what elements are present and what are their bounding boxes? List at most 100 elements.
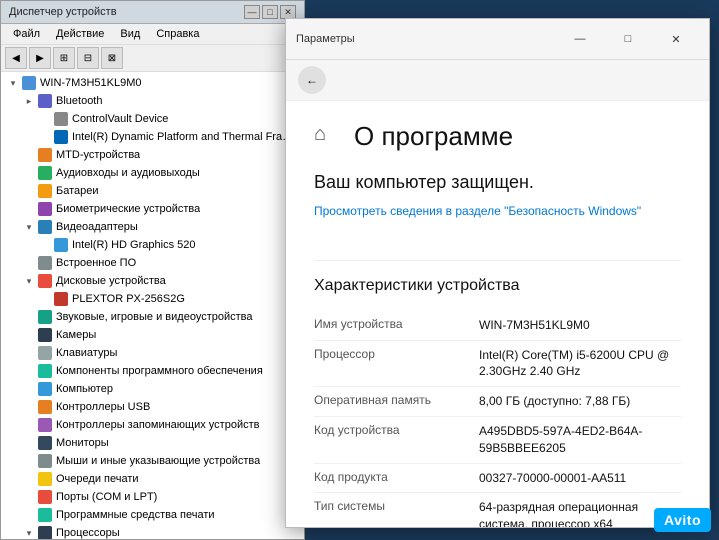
tree-item[interactable]: ▾ Видеоадаптеры (3, 218, 302, 236)
tree-item[interactable]: Встроенное ПО (3, 254, 302, 272)
tree-item[interactable]: Контроллеры USB (3, 398, 302, 416)
devmgr-close-btn[interactable]: ✕ (280, 5, 296, 19)
settings-titlebar: Параметры — □ ✕ (286, 19, 709, 60)
spec-table: Имя устройстваWIN-7M3H51KL9M0ПроцессорIn… (314, 311, 681, 527)
tree-item[interactable]: Клавиатуры (3, 344, 302, 362)
settings-header: ⌂ О программе (314, 121, 681, 152)
tree-item[interactable]: ControlVault Device (3, 110, 302, 128)
tree-expander (21, 435, 37, 451)
tree-item-icon (37, 165, 53, 181)
tree-item-icon (37, 471, 53, 487)
spec-row: ПроцессорIntel(R) Core(TM) i5-6200U CPU … (314, 341, 681, 388)
tree-item[interactable]: Аудиовходы и аудиовыходы (3, 164, 302, 182)
devmgr-toolbar: ◀ ▶ ⊞ ⊟ ⊠ (1, 45, 304, 72)
tree-expander (21, 147, 37, 163)
tree-item[interactable]: MTD-устройства (3, 146, 302, 164)
tree-expander: ▸ (21, 93, 37, 109)
devmgr-minimize-btn[interactable]: — (244, 5, 260, 19)
menu-help[interactable]: Справка (148, 26, 207, 42)
tree-item-label: Контроллеры USB (56, 401, 150, 413)
tree-item[interactable]: Компоненты программного обеспечения (3, 362, 302, 380)
tree-item-label: Встроенное ПО (56, 257, 136, 269)
tree-expander (37, 237, 53, 253)
devmgr-title: Диспетчер устройств (9, 6, 117, 18)
tree-item[interactable]: Биометрические устройства (3, 200, 302, 218)
tree-expander: ▾ (21, 525, 37, 539)
tree-item-icon (37, 417, 53, 433)
settings-maximize-btn[interactable]: □ (605, 25, 651, 53)
tree-item-label: Аудиовходы и аудиовыходы (56, 167, 200, 179)
spec-row: Имя устройстваWIN-7M3H51KL9M0 (314, 311, 681, 341)
spec-label: Код продукта (314, 470, 479, 487)
tree-item-icon (37, 309, 53, 325)
toolbar-forward-btn[interactable]: ▶ (29, 47, 51, 69)
tree-expander (21, 255, 37, 271)
tree-item-label: Мыши и иные указывающие устройства (56, 455, 260, 467)
tree-item[interactable]: PLEXTOR PX-256S2G (3, 290, 302, 308)
settings-page-title: О программе (354, 121, 513, 152)
tree-expander (21, 489, 37, 505)
tree-item-icon (37, 363, 53, 379)
protected-text: Ваш компьютер защищен. (314, 172, 681, 193)
devmgr-maximize-btn[interactable]: □ (262, 5, 278, 19)
tree-item[interactable]: Мониторы (3, 434, 302, 452)
spec-value: 8,00 ГБ (доступно: 7,88 ГБ) (479, 393, 630, 410)
tree-item-label: Контроллеры запоминающих устройств (56, 419, 259, 431)
tree-expander (21, 381, 37, 397)
tree-item-label: Камеры (56, 329, 96, 341)
tree-item[interactable]: ▸ Bluetooth (3, 92, 302, 110)
settings-close-btn[interactable]: ✕ (653, 25, 699, 53)
tree-item[interactable]: Программные средства печати (3, 506, 302, 524)
tree-item[interactable]: ▾ Процессоры (3, 524, 302, 539)
menu-action[interactable]: Действие (48, 26, 112, 42)
tree-expander (37, 129, 53, 145)
device-chars-title: Характеристики устройства (314, 277, 681, 295)
settings-window: Параметры — □ ✕ ← ⌂ О программе Ваш комп… (285, 18, 710, 528)
tree-item-label: Bluetooth (56, 95, 102, 107)
tree-item[interactable]: Intel(R) Dynamic Platform and Thermal Fr… (3, 128, 302, 146)
tree-item-label: WIN-7M3H51KL9M0 (40, 77, 141, 89)
avito-badge: Avito (654, 508, 711, 532)
tree-item-icon (37, 201, 53, 217)
tree-item[interactable]: Intel(R) HD Graphics 520 (3, 236, 302, 254)
toolbar-icon3-btn[interactable]: ⊠ (101, 47, 123, 69)
tree-item[interactable]: Мыши и иные указывающие устройства (3, 452, 302, 470)
tree-item[interactable]: Очереди печати (3, 470, 302, 488)
tree-item-label: Процессоры (56, 527, 120, 539)
tree-item[interactable]: Контроллеры запоминающих устройств (3, 416, 302, 434)
menu-file[interactable]: Файл (5, 26, 48, 42)
tree-item[interactable]: Компьютер (3, 380, 302, 398)
settings-minimize-btn[interactable]: — (557, 25, 603, 53)
settings-back-btn[interactable]: ← (298, 66, 326, 94)
tree-item[interactable]: Звуковые, игровые и видеоустройства (3, 308, 302, 326)
tree-expander (21, 471, 37, 487)
tree-item-icon (37, 399, 53, 415)
tree-item-label: Очереди печати (56, 473, 139, 485)
tree-item[interactable]: Батареи (3, 182, 302, 200)
toolbar-icon2-btn[interactable]: ⊟ (77, 47, 99, 69)
tree-item-label: Видеоадаптеры (56, 221, 138, 233)
menu-view[interactable]: Вид (112, 26, 148, 42)
tree-expander (21, 201, 37, 217)
tree-expander (21, 327, 37, 343)
tree-item-icon (37, 273, 53, 289)
spec-label: Процессор (314, 347, 479, 381)
tree-item[interactable]: ▾WIN-7M3H51KL9M0 (3, 74, 302, 92)
spec-value: 00327-70000-00001-AA511 (479, 470, 626, 487)
tree-item-icon (37, 489, 53, 505)
tree-item-label: Биометрические устройства (56, 203, 200, 215)
devmgr-titlebar-buttons: — □ ✕ (244, 5, 296, 19)
security-link[interactable]: Просмотреть сведения в разделе "Безопасн… (314, 203, 641, 220)
toolbar-icon1-btn[interactable]: ⊞ (53, 47, 75, 69)
tree-item[interactable]: ▾Дисковые устройства (3, 272, 302, 290)
tree-item[interactable]: Порты (COM и LPT) (3, 488, 302, 506)
tree-expander (21, 453, 37, 469)
tree-item-icon (21, 75, 37, 91)
tree-expander: ▾ (21, 219, 37, 235)
tree-expander (21, 345, 37, 361)
tree-item-label: Батареи (56, 185, 99, 197)
tree-item[interactable]: Камеры (3, 326, 302, 344)
devmgr-tree[interactable]: ▾WIN-7M3H51KL9M0▸BluetoothControlVault D… (1, 72, 304, 539)
toolbar-back-btn[interactable]: ◀ (5, 47, 27, 69)
spec-label: Код устройства (314, 423, 479, 457)
